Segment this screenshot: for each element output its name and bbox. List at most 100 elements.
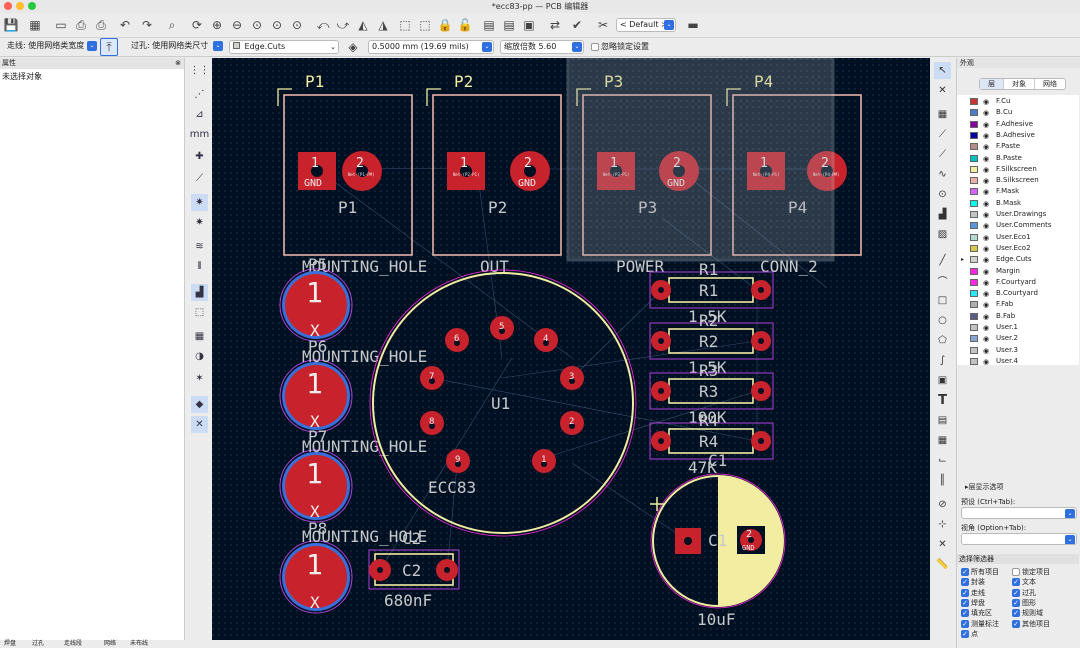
layer-row[interactable]: ◉ User.Comments [957,220,1079,231]
layer-row[interactable]: ◉ F.Courtyard [957,277,1079,288]
layer-color-swatch[interactable] [970,120,978,128]
lock-icon[interactable]: 🔒 [436,16,454,34]
layer-color-swatch[interactable] [970,267,978,275]
tab-objects[interactable]: 对象 [1004,79,1035,89]
u1-pin-6[interactable]: 6 [445,328,469,352]
add-zone-icon[interactable]: ▟ [934,206,951,223]
layer-row[interactable]: ◉ B.Silkscreen [957,175,1079,186]
3d-viewer-icon[interactable]: ▣ [520,16,538,34]
layer-row[interactable]: ◉ B.Adhesive [957,130,1079,141]
add-image-icon[interactable]: ▣ [934,372,951,389]
layer-color-swatch[interactable] [970,143,978,151]
find-icon[interactable]: ⌕ [163,16,181,34]
layer-row[interactable]: ◉ User.1 [957,322,1079,333]
filter-option[interactable]: ✓ 规则域 [1012,608,1043,618]
layer-color-swatch[interactable] [970,154,978,162]
tune-length-icon[interactable]: ∿ [934,166,951,183]
layer-color-swatch[interactable] [970,188,978,196]
add-dimension-icon[interactable]: ⌙ [934,452,951,469]
filter-option[interactable]: ✓ 填充区 [961,608,992,618]
curved-ratsnest-icon[interactable]: ✷ [191,194,208,211]
layer-row[interactable]: ◉ B.Paste [957,153,1079,164]
layer-color-swatch[interactable] [970,290,978,298]
add-text-icon[interactable]: T [934,392,951,409]
tab-layers[interactable]: 层 [980,79,1004,89]
refresh-icon[interactable]: ⟳ [188,16,206,34]
u1-pin-1[interactable]: 1 [532,449,556,473]
u1-pin-7[interactable]: 7 [420,366,444,390]
zone-fill-icon[interactable]: ▟ [191,284,208,301]
place-footprint-icon[interactable]: ▦ [934,106,951,123]
layer-row[interactable]: ◉ User.Eco2 [957,243,1079,254]
print-icon[interactable]: ⎙ [72,16,90,34]
draw-line-icon[interactable]: ╱ [934,252,951,269]
layer-color-swatch[interactable] [970,324,978,331]
layer-color-swatch[interactable] [970,312,978,320]
zoom-fit-icon[interactable]: ⊙ [248,16,266,34]
layer-row[interactable]: ▸ ◉ Edge.Cuts [957,254,1079,265]
close-window-button[interactable] [4,2,12,10]
polar-coords-icon[interactable]: ⋰ [191,86,208,103]
grid-origin-icon[interactable]: ✕ [934,536,951,553]
u1-pin-9[interactable]: 9 [446,449,470,473]
tab-nets[interactable]: 网络 [1035,79,1065,89]
filter-option[interactable]: ✓ 图形 [1012,598,1036,608]
high-contrast-icon[interactable]: ◑ [191,348,208,365]
viewport-select[interactable]: < Default > ⌄ [616,18,676,32]
add-textbox-icon[interactable]: ▤ [934,412,951,429]
layer-color-swatch[interactable] [970,357,978,365]
layer-color-swatch[interactable] [970,131,978,139]
layer-row[interactable]: ◉ F.Fab [957,299,1079,310]
filter-option[interactable]: ✓ 测量标注 [961,619,999,629]
rotate-cw-icon[interactable]: ⤻ [334,16,352,34]
zoom-in-icon[interactable]: ⊕ [208,16,226,34]
filter-option[interactable]: ✓ 文本 [1012,577,1036,587]
delete-tool-icon[interactable]: ⊘ [934,496,951,513]
properties-panel-icon[interactable]: ✕ [191,416,208,433]
route-track-icon[interactable]: ⟋ [934,126,951,143]
u1-pin-3[interactable]: 3 [560,366,584,390]
layer-color-swatch[interactable] [970,233,978,241]
filter-option[interactable]: ✓ 封装 [961,577,985,587]
layer-row[interactable]: ◉ F.Cu [957,96,1079,107]
appearance-panel-icon[interactable]: ◆ [191,396,208,413]
add-table-icon[interactable]: ▦ [934,432,951,449]
footprint-editor-icon[interactable]: ▤ [480,16,498,34]
footprint-browser-icon[interactable]: ▤ [500,16,518,34]
mirror-v-icon[interactable]: ◮ [374,16,392,34]
layer-color-swatch[interactable] [970,278,978,286]
ungroup-icon[interactable]: ⬚ [416,16,434,34]
layer-color-swatch[interactable] [970,98,978,105]
net-highlight-icon[interactable]: ✶ [191,370,208,387]
layer-row[interactable]: ◉ B.Mask [957,198,1079,209]
via-size-select[interactable]: 过孔: 使用网络类尺寸 ⌄ [128,40,224,54]
filter-option[interactable]: ✓ 其他项目 [1012,619,1050,629]
layer-row[interactable]: ◉ User.Drawings [957,209,1079,220]
zone-outline-icon[interactable]: ⬚ [191,304,208,321]
layer-row[interactable]: ◉ B.Fab [957,311,1079,322]
layer-row[interactable]: ◉ F.Silkscreen [957,164,1079,175]
page-settings-icon[interactable]: ▭ [52,16,70,34]
unlock-icon[interactable]: 🔓 [456,16,474,34]
minimize-window-button[interactable] [16,2,24,10]
board-setup-icon[interactable]: ▦ [26,16,44,34]
grid-toggle-icon[interactable]: ⋮⋮ [190,62,210,79]
layer-row[interactable]: ◉ User.Eco1 [957,232,1079,243]
layer-color-swatch[interactable] [970,199,978,207]
scripting-icon[interactable]: ✂ [594,16,612,34]
layer-pair-icon[interactable]: ◈ [344,38,362,56]
filter-option[interactable]: ✓ 所有项目 [961,567,999,577]
layer-row[interactable]: ◉ F.Paste [957,141,1079,152]
layer-row[interactable]: ◉ B.Courtyard [957,288,1079,299]
layer-color-swatch[interactable] [970,346,978,354]
track-width-select[interactable]: 走线: 使用网络类宽度 ⌄ [4,40,98,54]
layer-color-swatch[interactable] [970,335,978,343]
filter-option[interactable]: ✓ 走线 [961,588,985,598]
zoom-out-icon[interactable]: ⊖ [228,16,246,34]
rotate-ccw-icon[interactable]: ⤺ [314,16,332,34]
layer-row[interactable]: ◉ F.Mask [957,186,1079,197]
layer-color-swatch[interactable] [970,165,978,173]
local-ratsnest-icon[interactable]: ✕ [934,82,951,99]
ignore-lock-checkbox[interactable]: 忽略锁定设置 [591,40,649,54]
mm-units-icon[interactable]: mm [190,126,209,143]
